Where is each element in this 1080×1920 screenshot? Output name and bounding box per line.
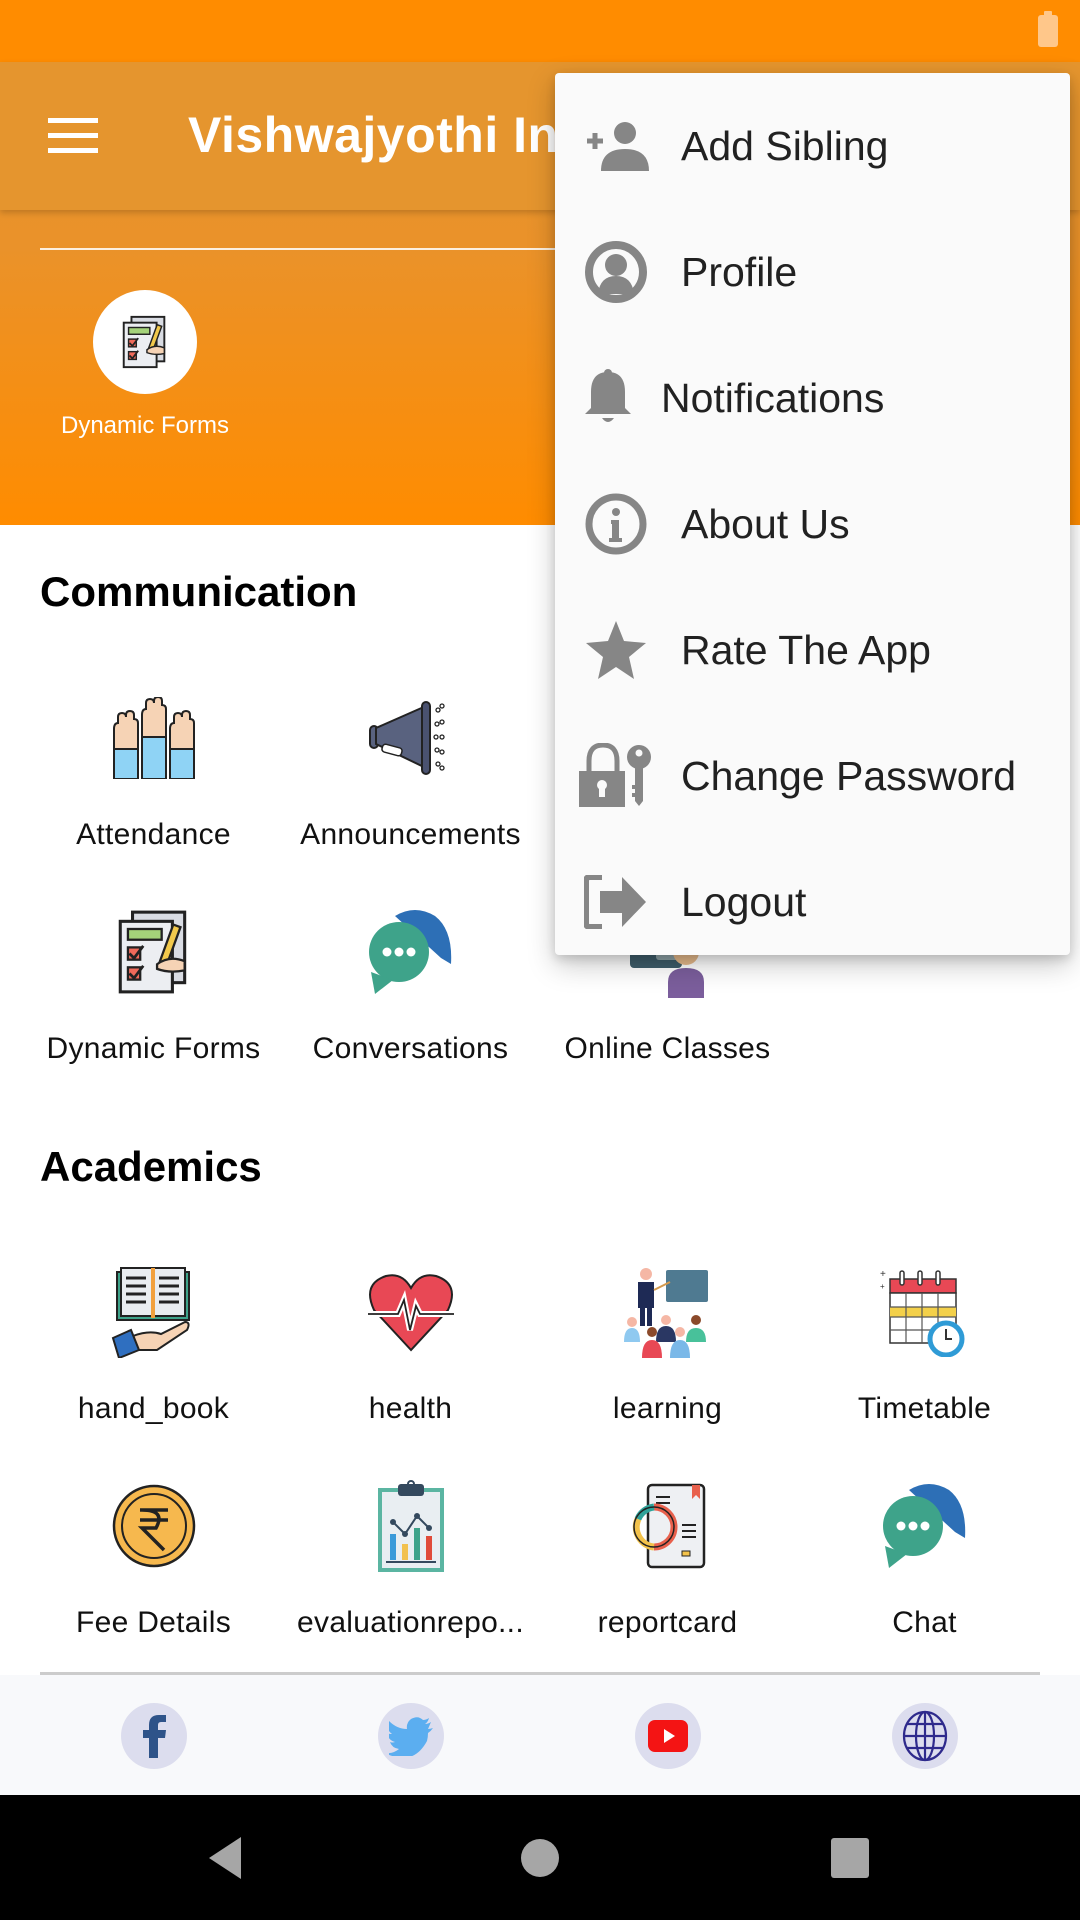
profile-circle-icon (583, 239, 649, 305)
menu-item-label: Logout (681, 878, 807, 925)
youtube-button[interactable] (635, 1703, 701, 1769)
menu-item-change-password[interactable]: Change Password (555, 713, 1070, 839)
recents-button[interactable] (790, 1795, 910, 1920)
menu-item-label: Rate The App (681, 626, 931, 673)
system-nav-bar (0, 1795, 1080, 1920)
svg-text:+: + (880, 1282, 885, 1291)
grid-label: Dynamic Forms (46, 1032, 261, 1065)
rupee-coin-icon (112, 1484, 195, 1568)
bell-icon (575, 365, 641, 431)
menu-item-profile[interactable]: Profile (555, 209, 1070, 335)
grid-item-chat[interactable]: Chat (796, 1476, 1053, 1640)
back-icon (209, 1836, 241, 1879)
menu-item-label: Notifications (661, 374, 885, 421)
info-icon (583, 491, 649, 557)
svg-text:+: + (880, 1269, 886, 1280)
menu-item-label: Add Sibling (681, 122, 889, 169)
grid-item-fee-details[interactable]: Fee Details (25, 1476, 282, 1640)
grid-item-evaluation-report[interactable]: evaluationrepo... (282, 1476, 539, 1640)
add-person-icon (583, 113, 649, 179)
grid-label: Conversations (312, 1032, 509, 1065)
star-icon (583, 617, 649, 683)
grid-label: Chat (892, 1606, 957, 1639)
grid-item-reportcard[interactable]: reportcard (539, 1476, 796, 1640)
grid-item-conversations[interactable]: Conversations (282, 902, 539, 1066)
grid-label: evaluationrepo... (297, 1606, 524, 1639)
grid-item-learning[interactable]: learning (539, 1262, 796, 1426)
chat-bubbles-icon (882, 1484, 965, 1568)
recents-icon (831, 1837, 869, 1878)
back-button[interactable] (165, 1795, 285, 1920)
menu-item-label: Profile (681, 248, 798, 295)
grid-label: hand_book (77, 1392, 230, 1425)
twitter-icon (389, 1717, 433, 1756)
quick-access-label: Dynamic Forms (60, 412, 229, 439)
battery-icon (1038, 11, 1058, 47)
grid-label: Fee Details (75, 1606, 232, 1639)
home-icon (521, 1838, 559, 1877)
clipboard-chart-icon (377, 1480, 444, 1572)
grid-label: Attendance (76, 818, 231, 851)
quick-access-dynamic-forms[interactable]: Dynamic Forms (40, 290, 250, 440)
twitter-button[interactable] (378, 1703, 444, 1769)
grid-item-announcements[interactable]: Announcements (282, 688, 539, 852)
grid-label: Announcements (300, 818, 521, 851)
grid-label: Timetable (857, 1392, 992, 1425)
social-links-bar (0, 1675, 1080, 1795)
grid-item-attendance[interactable]: Attendance (25, 688, 282, 852)
overflow-menu: Add Sibling Profile Notifications About … (555, 73, 1070, 955)
globe-icon (902, 1710, 948, 1762)
grid-item-timetable[interactable]: + + Timetable (796, 1262, 1053, 1426)
menu-item-label: About Us (681, 500, 850, 547)
menu-item-add-sibling[interactable]: Add Sibling (555, 83, 1070, 209)
grid-item-health[interactable]: health (282, 1262, 539, 1426)
facebook-icon (143, 1715, 166, 1758)
hamburger-icon[interactable] (48, 118, 98, 154)
dynamic-forms-icon (118, 910, 186, 994)
menu-item-about-us[interactable]: About Us (555, 461, 1070, 587)
grid-label: health (368, 1392, 453, 1425)
section-title-communication: Communication (40, 568, 358, 615)
website-button[interactable] (892, 1703, 958, 1769)
teacher-class-icon (623, 1268, 708, 1358)
megaphone-icon (368, 701, 445, 775)
menu-item-label: Change Password (681, 752, 1017, 799)
youtube-icon (648, 1720, 688, 1752)
menu-item-logout[interactable]: Logout (555, 839, 1070, 965)
section-title-academics: Academics (40, 1143, 262, 1190)
grid-label: reportcard (597, 1606, 738, 1639)
grid-item-dynamic-forms[interactable]: Dynamic Forms (25, 902, 282, 1066)
heart-pulse-icon (367, 1274, 454, 1352)
home-button[interactable] (480, 1795, 600, 1920)
grid-label: learning (612, 1392, 723, 1425)
status-bar (0, 0, 1080, 62)
chat-bubbles-icon (368, 910, 451, 994)
handbook-icon (111, 1267, 190, 1358)
quick-access-icon-circle (93, 290, 197, 394)
menu-item-notifications[interactable]: Notifications (555, 335, 1070, 461)
raised-hands-icon (112, 697, 195, 779)
dynamic-forms-icon (122, 315, 166, 369)
calendar-clock-icon: ++ (880, 1269, 964, 1357)
logout-icon (583, 869, 649, 935)
facebook-button[interactable] (121, 1703, 187, 1769)
app-title: Vishwajyothi Int (188, 107, 576, 163)
report-card-icon (632, 1483, 705, 1569)
menu-item-rate-the-app[interactable]: Rate The App (555, 587, 1070, 713)
lock-key-icon (577, 743, 653, 809)
grid-item-handbook[interactable]: hand_book (25, 1262, 282, 1426)
grid-label: Online Classes (564, 1032, 771, 1065)
